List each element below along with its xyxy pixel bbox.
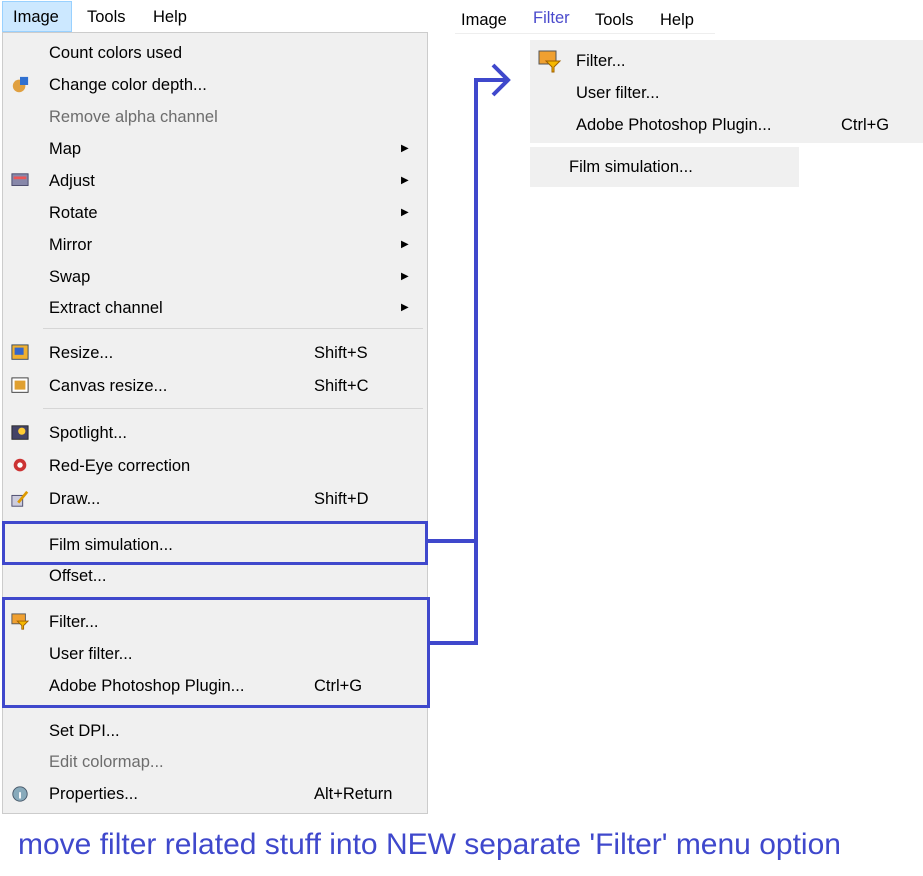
menu-filter[interactable]: Filter: [533, 1, 570, 35]
menu-help[interactable]: Help: [660, 3, 694, 37]
filter-menu-filter[interactable]: Filter...: [576, 52, 626, 71]
filter-icon: [538, 50, 562, 73]
filter-menu-dropdown: Filter... User filter... Adobe Photoshop…: [530, 40, 923, 143]
menu-image[interactable]: Image: [461, 3, 507, 37]
annotation-caption: move filter related stuff into NEW separ…: [18, 828, 841, 861]
shortcut: Ctrl+G: [841, 116, 890, 134]
film-simulation-item[interactable]: Film simulation...: [569, 158, 693, 177]
menu-tools[interactable]: Tools: [595, 3, 634, 37]
right-menubar: Image Filter Tools Help: [440, 3, 740, 35]
filter-menu-photoshop-plugin[interactable]: Adobe Photoshop Plugin...: [576, 116, 771, 135]
film-simulation-menu: Film simulation...: [530, 147, 799, 187]
filter-menu-user-filter[interactable]: User filter...: [576, 84, 659, 103]
